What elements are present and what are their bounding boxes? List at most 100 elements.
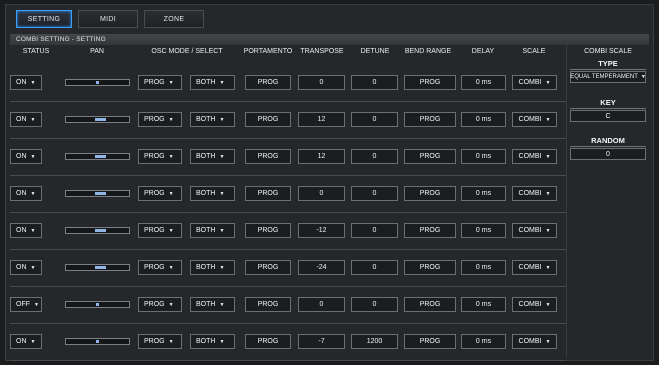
tab-setting[interactable]: SETTING bbox=[16, 10, 72, 28]
status-dropdown[interactable]: ON ▼ bbox=[10, 186, 42, 201]
bend-range-field[interactable]: PROG bbox=[404, 260, 456, 275]
portamento-field[interactable]: PROG bbox=[245, 75, 291, 90]
transpose-field[interactable]: -12 bbox=[298, 223, 345, 238]
osc-mode-dropdown[interactable]: PROG ▼ bbox=[138, 260, 182, 275]
pan-thumb[interactable] bbox=[95, 229, 106, 232]
status-dropdown[interactable]: ON ▼ bbox=[10, 334, 42, 349]
transpose-field[interactable]: 0 bbox=[298, 75, 345, 90]
scale-dropdown[interactable]: COMBI ▼ bbox=[512, 334, 557, 349]
scale-dropdown[interactable]: COMBI ▼ bbox=[512, 149, 557, 164]
pan-slider[interactable] bbox=[65, 301, 130, 308]
portamento-field[interactable]: PROG bbox=[245, 112, 291, 127]
osc-mode-dropdown[interactable]: PROG ▼ bbox=[138, 223, 182, 238]
tab-midi[interactable]: MIDI bbox=[78, 10, 138, 28]
status-dropdown[interactable]: ON ▼ bbox=[10, 112, 42, 127]
bend-range-field[interactable]: PROG bbox=[404, 149, 456, 164]
osc-mode-dropdown[interactable]: PROG ▼ bbox=[138, 297, 182, 312]
osc-select-value: BOTH bbox=[196, 227, 216, 234]
detune-field[interactable]: 0 bbox=[351, 186, 398, 201]
osc-mode-dropdown[interactable]: PROG ▼ bbox=[138, 334, 182, 349]
portamento-field[interactable]: PROG bbox=[245, 149, 291, 164]
status-dropdown[interactable]: ON ▼ bbox=[10, 223, 42, 238]
osc-mode-dropdown[interactable]: PROG ▼ bbox=[138, 149, 182, 164]
pan-thumb[interactable] bbox=[95, 266, 106, 269]
pan-slider[interactable] bbox=[65, 190, 130, 197]
delay-field[interactable]: 0 ms bbox=[461, 334, 506, 349]
scale-dropdown[interactable]: COMBI ▼ bbox=[512, 186, 557, 201]
detune-field[interactable]: 0 bbox=[351, 112, 398, 127]
osc-select-dropdown[interactable]: BOTH ▼ bbox=[190, 75, 235, 90]
detune-field[interactable]: 0 bbox=[351, 223, 398, 238]
pan-thumb[interactable] bbox=[96, 303, 99, 306]
table-row: ON ▼ PROG ▼ BOTH ▼ PROG 0 0 PROG 0 ms COMBI ▼ bbox=[10, 65, 566, 102]
osc-select-dropdown[interactable]: BOTH ▼ bbox=[190, 223, 235, 238]
transpose-field[interactable]: 12 bbox=[298, 112, 345, 127]
osc-select-dropdown[interactable]: BOTH ▼ bbox=[190, 260, 235, 275]
osc-select-dropdown[interactable]: BOTH ▼ bbox=[190, 297, 235, 312]
osc-select-dropdown[interactable]: BOTH ▼ bbox=[190, 149, 235, 164]
delay-field[interactable]: 0 ms bbox=[461, 112, 506, 127]
scale-dropdown[interactable]: COMBI ▼ bbox=[512, 297, 557, 312]
portamento-field[interactable]: PROG bbox=[245, 297, 291, 312]
transpose-field[interactable]: 12 bbox=[298, 149, 345, 164]
detune-field[interactable]: 0 bbox=[351, 75, 398, 90]
status-dropdown[interactable]: OFF ▼ bbox=[10, 297, 42, 312]
pan-thumb[interactable] bbox=[95, 118, 106, 121]
pan-thumb[interactable] bbox=[96, 340, 99, 343]
status-dropdown[interactable]: ON ▼ bbox=[10, 260, 42, 275]
random-field[interactable]: 0 bbox=[570, 148, 646, 160]
pan-slider[interactable] bbox=[65, 264, 130, 271]
transpose-field[interactable]: -24 bbox=[298, 260, 345, 275]
transpose-field[interactable]: -7 bbox=[298, 334, 345, 349]
scale-dropdown[interactable]: COMBI ▼ bbox=[512, 223, 557, 238]
delay-field[interactable]: 0 ms bbox=[461, 75, 506, 90]
table-row: ON ▼ PROG ▼ BOTH ▼ PROG -12 0 PROG 0 ms COMBI ▼ bbox=[10, 213, 566, 250]
key-field[interactable]: C bbox=[570, 110, 646, 122]
osc-select-dropdown[interactable]: BOTH ▼ bbox=[190, 112, 235, 127]
bend-range-field[interactable]: PROG bbox=[404, 334, 456, 349]
scale-dropdown[interactable]: COMBI ▼ bbox=[512, 260, 557, 275]
scale-dropdown[interactable]: COMBI ▼ bbox=[512, 75, 557, 90]
delay-field[interactable]: 0 ms bbox=[461, 297, 506, 312]
status-dropdown[interactable]: ON ▼ bbox=[10, 149, 42, 164]
detune-field[interactable]: 0 bbox=[351, 260, 398, 275]
bend-range-field[interactable]: PROG bbox=[404, 223, 456, 238]
bend-range-field[interactable]: PROG bbox=[404, 297, 456, 312]
portamento-field[interactable]: PROG bbox=[245, 223, 291, 238]
transpose-field[interactable]: 0 bbox=[298, 186, 345, 201]
bend-range-field[interactable]: PROG bbox=[404, 186, 456, 201]
bend-range-field[interactable]: PROG bbox=[404, 75, 456, 90]
scale-dropdown[interactable]: COMBI ▼ bbox=[512, 112, 557, 127]
pan-slider[interactable] bbox=[65, 79, 130, 86]
bend-range-field[interactable]: PROG bbox=[404, 112, 456, 127]
osc-mode-value: PROG bbox=[144, 264, 165, 271]
pan-slider[interactable] bbox=[65, 338, 130, 345]
status-dropdown[interactable]: ON ▼ bbox=[10, 75, 42, 90]
osc-mode-dropdown[interactable]: PROG ▼ bbox=[138, 112, 182, 127]
pan-slider[interactable] bbox=[65, 153, 130, 160]
portamento-field[interactable]: PROG bbox=[245, 334, 291, 349]
type-dropdown[interactable]: EQUAL TEMPERAMENT ▼ bbox=[570, 71, 646, 83]
pan-thumb[interactable] bbox=[95, 155, 106, 158]
pan-thumb[interactable] bbox=[96, 81, 99, 84]
detune-field[interactable]: 0 bbox=[351, 297, 398, 312]
osc-mode-dropdown[interactable]: PROG ▼ bbox=[138, 186, 182, 201]
osc-mode-dropdown[interactable]: PROG ▼ bbox=[138, 75, 182, 90]
pan-thumb[interactable] bbox=[95, 192, 106, 195]
delay-field[interactable]: 0 ms bbox=[461, 260, 506, 275]
tab-zone[interactable]: ZONE bbox=[144, 10, 204, 28]
detune-field[interactable]: 0 bbox=[351, 149, 398, 164]
delay-field[interactable]: 0 ms bbox=[461, 186, 506, 201]
transpose-field[interactable]: 0 bbox=[298, 297, 345, 312]
portamento-field[interactable]: PROG bbox=[245, 186, 291, 201]
delay-field[interactable]: 0 ms bbox=[461, 223, 506, 238]
osc-select-dropdown[interactable]: BOTH ▼ bbox=[190, 186, 235, 201]
detune-field[interactable]: 1200 bbox=[351, 334, 398, 349]
delay-field[interactable]: 0 ms bbox=[461, 149, 506, 164]
status-value: OFF bbox=[16, 301, 30, 308]
osc-select-dropdown[interactable]: BOTH ▼ bbox=[190, 334, 235, 349]
portamento-field[interactable]: PROG bbox=[245, 260, 291, 275]
pan-slider[interactable] bbox=[65, 227, 130, 234]
osc-mode-value: PROG bbox=[144, 79, 165, 86]
pan-slider[interactable] bbox=[65, 116, 130, 123]
